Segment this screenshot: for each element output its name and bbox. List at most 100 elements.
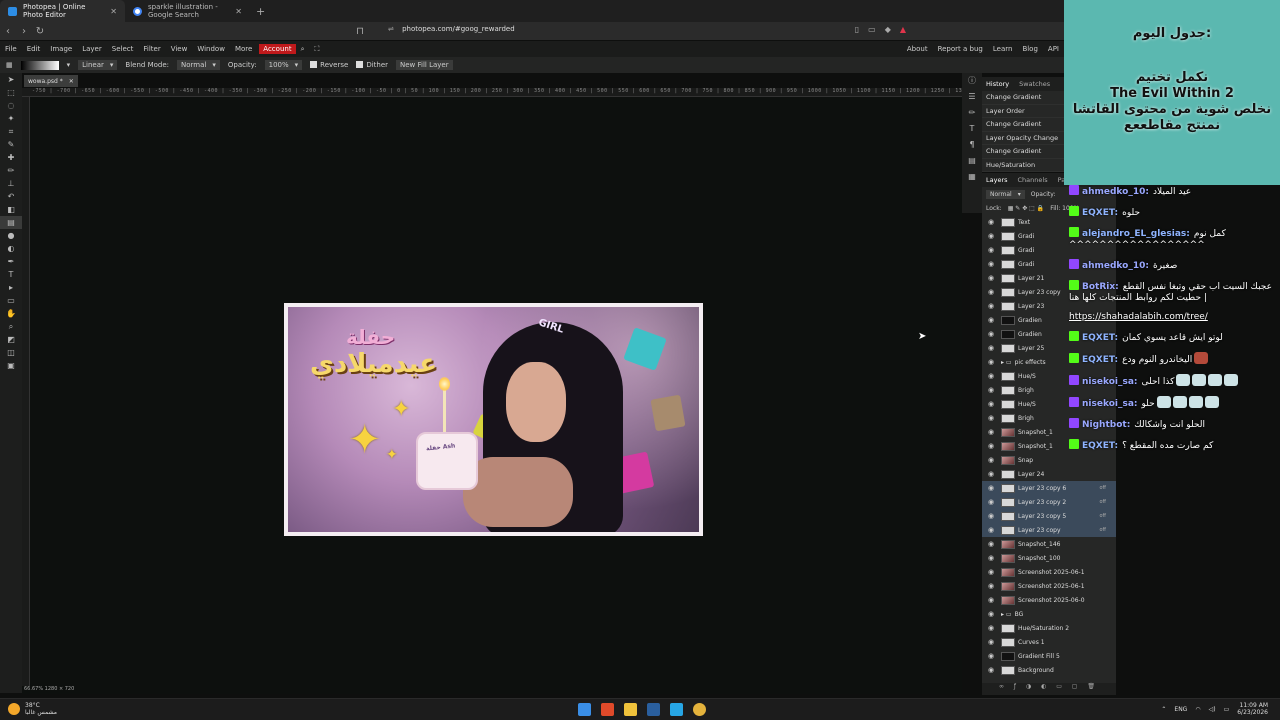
menu-layer[interactable]: Layer	[77, 45, 107, 53]
windows-start-icon[interactable]	[578, 703, 591, 716]
clone-stamp-icon[interactable]: ⊥	[0, 177, 22, 190]
chat-username[interactable]: alejandro_EL_glesias:	[1082, 229, 1190, 239]
back-icon[interactable]: ‹	[0, 26, 16, 37]
visibility-eye-icon[interactable]: ◉	[988, 288, 998, 296]
zoom-tool-icon[interactable]: ⌕	[0, 320, 22, 333]
menu-filter[interactable]: Filter	[138, 45, 165, 53]
move-tool-icon[interactable]: ➤	[0, 73, 22, 86]
lock-icons[interactable]: ▦ ✎ ✥ ⬚ 🔒	[1008, 205, 1045, 212]
dodge-tool-icon[interactable]: ◐	[0, 242, 22, 255]
chat-username[interactable]: ahmedko_10:	[1082, 261, 1149, 271]
visibility-eye-icon[interactable]: ◉	[988, 302, 998, 310]
language-indicator[interactable]: ENG	[1174, 706, 1187, 713]
gradient-type-select[interactable]: Linear ▾	[78, 60, 118, 70]
layer-row[interactable]: ◉ Layer 23 copy 5 off	[982, 509, 1116, 523]
layer-row[interactable]: ◉ Screenshot 2025-06-0	[982, 593, 1116, 607]
tab-history[interactable]: History	[986, 80, 1009, 88]
lasso-tool-icon[interactable]: ◌	[0, 99, 22, 112]
visibility-eye-icon[interactable]: ◉	[988, 512, 998, 520]
layer-row[interactable]: ◉ Layer 23 copy 2 off	[982, 495, 1116, 509]
search-icon[interactable]: ⌕	[296, 45, 310, 54]
visibility-eye-icon[interactable]: ◉	[988, 596, 998, 604]
layer-blend-select[interactable]: Normal ▾	[986, 190, 1025, 199]
layer-effects-toggle[interactable]: off	[1099, 485, 1106, 491]
steam-icon[interactable]	[647, 703, 660, 716]
weather-widget[interactable]: 38°C مشمس غالبا	[8, 702, 57, 716]
eraser-icon[interactable]: ◧	[0, 203, 22, 216]
type-tool-icon[interactable]: T	[0, 268, 22, 281]
cast-icon[interactable]: ▭	[868, 25, 876, 34]
layer-row[interactable]: ◉ ▸ ▭ BG	[982, 607, 1116, 621]
visibility-eye-icon[interactable]: ◉	[988, 344, 998, 352]
history-item[interactable]: Change Gradient	[982, 118, 1064, 132]
layer-effects-toggle[interactable]: off	[1099, 513, 1106, 519]
bookmark-icon[interactable]: ⊓	[352, 26, 368, 37]
blur-tool-icon[interactable]: ●	[0, 229, 22, 242]
layer-row[interactable]: ◉ Screenshot 2025-06-1	[982, 565, 1116, 579]
history-brush-icon[interactable]: ↶	[0, 190, 22, 203]
layer-row[interactable]: ◉ Layer 23 copy off	[982, 523, 1116, 537]
site-info-icon[interactable]: ⇌	[388, 25, 394, 33]
visibility-eye-icon[interactable]: ◉	[988, 246, 998, 254]
layer-row[interactable]: ◉ Gradient Fill 5	[982, 649, 1116, 663]
menu-image[interactable]: Image	[45, 45, 77, 53]
eyedropper-icon[interactable]: ✎	[0, 138, 22, 151]
tab-layers[interactable]: Layers	[986, 176, 1008, 184]
new-fill-layer-button[interactable]: New Fill Layer	[396, 60, 453, 70]
clock[interactable]: 11:09 AM 6/23/2026	[1237, 702, 1268, 716]
canvas-document[interactable]: GIRL حفلة Ash ✦ ✦ ✦ حفلة عيدميلادي	[284, 303, 703, 536]
image-icon[interactable]: ▦	[962, 169, 982, 185]
gradient-tool-icon[interactable]: ▤	[0, 216, 22, 229]
visibility-eye-icon[interactable]: ◉	[988, 442, 998, 450]
chrome-icon[interactable]	[693, 703, 706, 716]
tab-channels[interactable]: Channels	[1018, 176, 1048, 184]
layer-row[interactable]: ◉ Snapshot_100	[982, 551, 1116, 565]
chevron-down-icon[interactable]: ▾	[67, 61, 71, 69]
chat-username[interactable]: EQXET:	[1082, 208, 1118, 218]
chat-username[interactable]: BotRix:	[1082, 282, 1119, 292]
screen-mode-icon[interactable]: ▣	[0, 359, 22, 372]
copy-icon[interactable]: ▯	[855, 25, 859, 34]
menu-learn[interactable]: Learn	[988, 45, 1018, 53]
chat-link[interactable]: https://shahadalabih.com/tree/	[1069, 312, 1208, 322]
layer-row[interactable]: ◉ Curves 1	[982, 635, 1116, 649]
visibility-eye-icon[interactable]: ◉	[988, 470, 998, 478]
hand-tool-icon[interactable]: ✋	[0, 307, 22, 320]
visibility-eye-icon[interactable]: ◉	[988, 498, 998, 506]
visibility-eye-icon[interactable]: ◉	[988, 582, 998, 590]
crop-tool-icon[interactable]: ⌗	[0, 125, 22, 138]
magic-wand-icon[interactable]: ✦	[0, 112, 22, 125]
visibility-eye-icon[interactable]: ◉	[988, 456, 998, 464]
layer-effects-toggle[interactable]: off	[1099, 527, 1106, 533]
account-button[interactable]: Account	[259, 44, 296, 54]
visibility-eye-icon[interactable]: ◉	[988, 358, 998, 366]
chat-username[interactable]: EQXET:	[1082, 333, 1118, 343]
brave-rewards-icon[interactable]: ▲	[900, 25, 906, 34]
paragraph-icon[interactable]: ¶	[962, 137, 982, 153]
reload-icon[interactable]: ↻	[32, 26, 48, 37]
css-icon[interactable]: ▤	[962, 153, 982, 169]
brush-settings-icon[interactable]: ✏	[962, 105, 982, 121]
menu-more[interactable]: More	[230, 45, 257, 53]
menu-window[interactable]: Window	[192, 45, 230, 53]
chevron-up-icon[interactable]: ⌃	[1161, 706, 1166, 713]
pen-tool-icon[interactable]: ✒	[0, 255, 22, 268]
forward-icon[interactable]: ›	[16, 26, 32, 37]
history-item[interactable]: Hue/Saturation	[982, 159, 1064, 172]
layer-row[interactable]: ◉ Hue/Saturation 2	[982, 621, 1116, 635]
marquee-tool-icon[interactable]: ⬚	[0, 86, 22, 99]
volume-icon[interactable]: ◁)	[1209, 706, 1216, 713]
chat-username[interactable]: Nightbot:	[1082, 420, 1130, 430]
layer-row[interactable]: ◉ Background	[982, 663, 1116, 677]
menu-edit[interactable]: Edit	[22, 45, 46, 53]
layer-effects-toggle[interactable]: off	[1099, 499, 1106, 505]
chat-username[interactable]: EQXET:	[1082, 355, 1118, 365]
tab-google-search[interactable]: sparkle illustration - Google Search ✕	[125, 0, 250, 22]
visibility-eye-icon[interactable]: ◉	[988, 638, 998, 646]
url-field[interactable]: ⇌ photopea.com/#goog_rewarded	[388, 25, 515, 33]
visibility-eye-icon[interactable]: ◉	[988, 330, 998, 338]
dither-checkbox[interactable]: Dither	[356, 61, 388, 69]
layer-actions[interactable]: ∞ ƒ ◑ ◐ ▭ ▢ 🗑	[982, 683, 1116, 695]
wifi-icon[interactable]: ◠	[1195, 706, 1200, 713]
document-tab[interactable]: wowa.psd * ✕	[24, 75, 78, 87]
